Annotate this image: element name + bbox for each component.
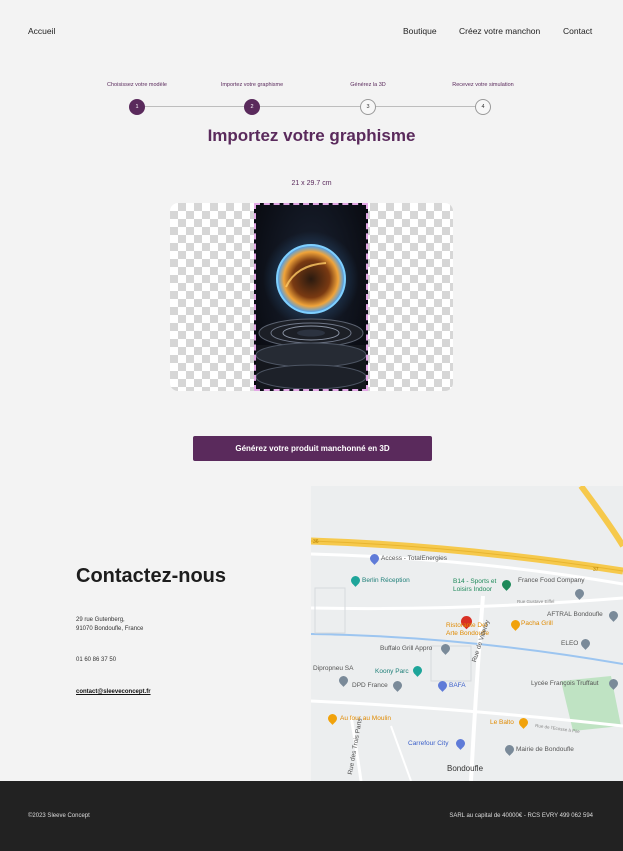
artwork-preview-canvas[interactable] bbox=[170, 203, 453, 391]
map-label[interactable]: Buffalo Grill Appro bbox=[380, 645, 432, 652]
address-line-1: 29 rue Gutenberg, bbox=[76, 617, 125, 623]
company-legal-text: SARL au capital de 40000€ - RCS EVRY 499… bbox=[449, 813, 593, 819]
page-title: Importez votre graphisme bbox=[207, 126, 416, 145]
address-line-2: 91070 Bondoufle, France bbox=[76, 626, 144, 632]
contact-phone: 01 60 86 37 50 bbox=[76, 657, 117, 663]
contact-section: Contactez-nous 29 rue Gutenberg, 91070 B… bbox=[0, 486, 311, 781]
step-receive-simulation[interactable]: Recevez votre simulation 4 bbox=[423, 80, 543, 115]
nav-boutique-link[interactable]: Boutique bbox=[403, 26, 437, 36]
map-label[interactable]: DPD France bbox=[352, 682, 388, 689]
location-map[interactable]: 36 37 Access - TotalEnergies Berlin Réce… bbox=[311, 486, 623, 781]
contact-heading: Contactez-nous bbox=[76, 565, 226, 587]
map-label[interactable]: France Food Company bbox=[518, 577, 584, 584]
street-label: Rue Gustave Eiffel bbox=[517, 599, 555, 604]
contact-address: 29 rue Gutenberg, 91070 Bondoufle, Franc… bbox=[76, 616, 143, 634]
copyright-text: ©2023 Sleeve Concept bbox=[28, 813, 90, 819]
nav-create-sleeve-link[interactable]: Créez votre manchon bbox=[459, 26, 540, 36]
town-label[interactable]: Bondoufle bbox=[447, 764, 483, 773]
progress-stepper: Choisissez votre modèle 1 Importez votre… bbox=[0, 80, 623, 120]
step-choose-model[interactable]: Choisissez votre modèle 1 bbox=[77, 80, 197, 115]
step-label: Générez la 3D bbox=[350, 82, 386, 88]
map-label[interactable]: Le Balto bbox=[490, 719, 514, 726]
map-label[interactable]: Dipropneu SA bbox=[313, 665, 353, 672]
map-label[interactable]: BAFA bbox=[449, 682, 466, 689]
step-number: 1 bbox=[129, 99, 145, 115]
map-label[interactable]: AFTRAL Bondoufle bbox=[547, 611, 603, 618]
map-label[interactable]: Pacha Grill bbox=[521, 620, 553, 627]
map-label[interactable]: Carrefour City bbox=[408, 740, 448, 747]
road-number: 36 bbox=[313, 539, 319, 545]
map-label[interactable]: Koony Parc bbox=[375, 668, 409, 675]
map-label[interactable]: Berlin Réception bbox=[362, 577, 410, 584]
nav-contact-link[interactable]: Contact bbox=[563, 26, 592, 36]
step-label: Importez votre graphisme bbox=[220, 82, 284, 88]
generate-3d-button[interactable]: Générez votre produit manchonné en 3D bbox=[193, 436, 432, 461]
nav-home-link[interactable]: Accueil bbox=[28, 26, 55, 36]
step-number: 2 bbox=[244, 99, 260, 115]
step-number: 3 bbox=[360, 99, 376, 115]
artwork-image bbox=[256, 231, 366, 389]
uploaded-artwork[interactable] bbox=[254, 203, 368, 391]
top-nav: Accueil Boutique Créez votre manchon Con… bbox=[0, 0, 623, 62]
road-number: 37 bbox=[593, 567, 599, 573]
step-label: Recevez votre simulation bbox=[452, 82, 514, 88]
map-label[interactable]: Access - TotalEnergies bbox=[381, 555, 447, 562]
map-label[interactable]: ELEO bbox=[561, 640, 578, 647]
contact-email-link[interactable]: contact@sleeveconcept.fr bbox=[76, 689, 151, 695]
step-label: Choisissez votre modèle bbox=[107, 82, 167, 88]
map-label[interactable]: Mairie de Bondoufle bbox=[516, 746, 574, 753]
step-number: 4 bbox=[475, 99, 491, 115]
map-label[interactable]: B14 - Sports et Loisirs Indoor bbox=[453, 578, 505, 594]
step-generate-3d[interactable]: Générez la 3D 3 bbox=[308, 80, 428, 115]
map-label[interactable]: Lycée François Truffaut bbox=[531, 680, 599, 687]
step-import-graphic[interactable]: Importez votre graphisme 2 bbox=[192, 80, 312, 115]
site-footer: ©2023 Sleeve Concept SARL au capital de … bbox=[0, 781, 623, 851]
dimensions-label: 21 x 29.7 cm bbox=[291, 180, 332, 187]
map-label[interactable]: Au four au Moulin bbox=[340, 715, 391, 722]
